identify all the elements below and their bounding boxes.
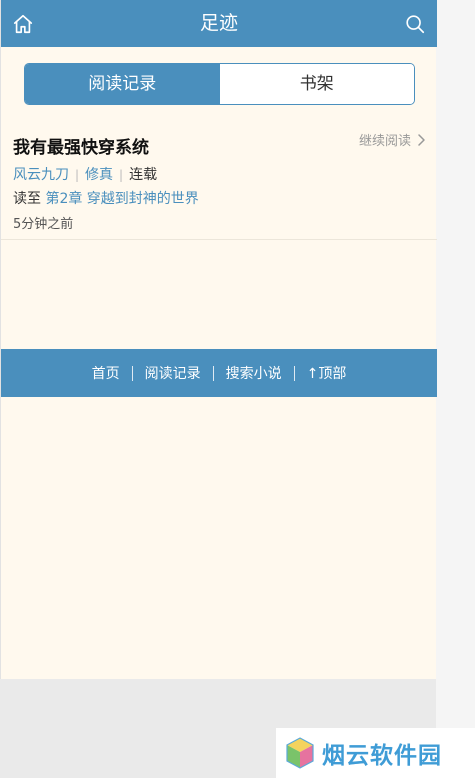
nav-top-link[interactable]: ↑顶部 (295, 363, 359, 383)
meta-divider: | (75, 168, 80, 182)
page: 足迹 阅读记录 书架 我有最强快穿系统 继续阅读 风云九刀 | 修真 | 连载 读至 第… (0, 0, 437, 679)
read-time: 5分钟之前 (13, 217, 74, 232)
cube-logo-icon (286, 737, 314, 769)
last-read-chapter: 读至 第2章 穿越到封神的世界 (13, 188, 199, 208)
footer-nav: 首页 阅读记录 搜索小说 ↑顶部 (1, 349, 437, 397)
book-status: 连载 (129, 167, 158, 183)
search-icon[interactable] (404, 13, 426, 35)
watermark-text: 烟云软件园 (322, 743, 442, 769)
book-meta: 风云九刀 | 修真 | 连载 (13, 164, 157, 184)
category-link[interactable]: 修真 (85, 167, 113, 183)
author-link[interactable]: 风云九刀 (13, 167, 69, 183)
nav-reading-record-link[interactable]: 阅读记录 (133, 363, 213, 383)
side-background (436, 0, 475, 778)
watermark: 烟云软件园 (276, 728, 475, 778)
nav-search-link[interactable]: 搜索小说 (214, 363, 294, 383)
reading-record-item: 我有最强快穿系统 继续阅读 风云九刀 | 修真 | 连载 读至 第2章 穿越到封神的世界… (1, 120, 437, 240)
continue-reading-label: 继续阅读 (358, 134, 411, 149)
tab-bookshelf[interactable]: 书架 (219, 64, 414, 104)
tab-bar: 阅读记录 书架 (24, 63, 415, 105)
chevron-right-icon (418, 133, 425, 146)
meta-divider: | (119, 168, 124, 182)
header-bar: 足迹 (1, 0, 437, 47)
nav-home-link[interactable]: 首页 (80, 363, 132, 383)
tab-reading-record[interactable]: 阅读记录 (25, 64, 220, 104)
chapter-link[interactable]: 第2章 穿越到封神的世界 (45, 191, 198, 207)
page-title: 足迹 (199, 12, 238, 34)
book-title[interactable]: 我有最强快穿系统 (13, 133, 149, 158)
read-prefix: 读至 (13, 191, 41, 207)
continue-reading-link[interactable]: 继续阅读 (359, 130, 427, 149)
